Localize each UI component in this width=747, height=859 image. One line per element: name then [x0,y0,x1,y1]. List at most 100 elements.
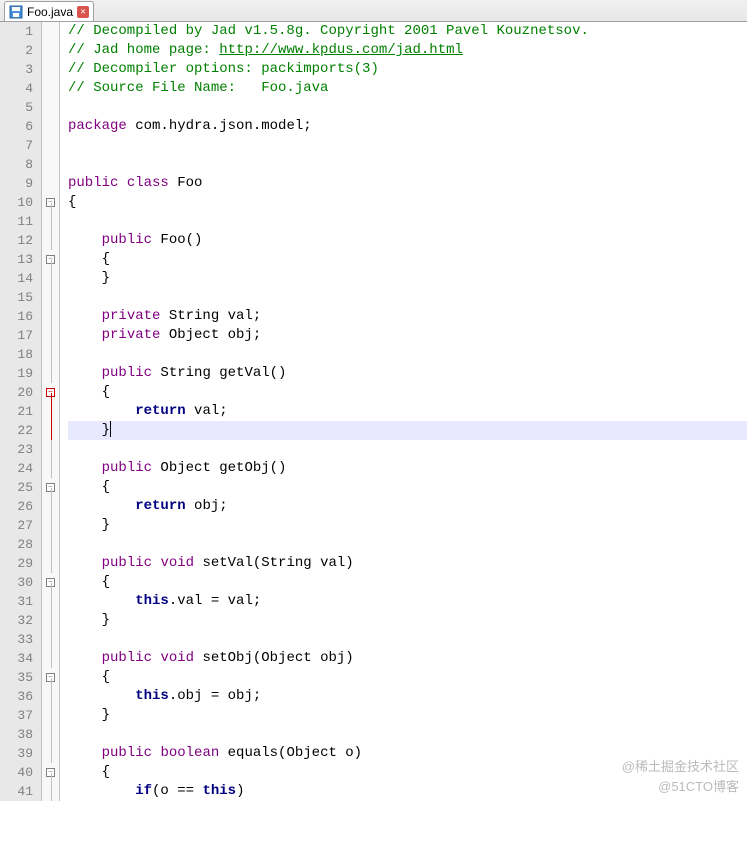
code-line[interactable]: // Source File Name: Foo.java [68,79,747,98]
code-token: { [68,194,76,210]
code-token: val; [186,403,228,419]
line-number: 9 [4,174,33,193]
code-line[interactable] [68,345,747,364]
code-line[interactable]: return obj; [68,497,747,516]
code-line[interactable] [68,725,747,744]
code-line[interactable]: if(o == this) [68,782,747,801]
line-number: 3 [4,60,33,79]
fold-marker [42,554,59,573]
code-token: class [127,175,169,191]
code-line[interactable]: this.val = val; [68,592,747,611]
fold-marker [42,706,59,725]
save-icon [9,5,23,19]
code-line[interactable]: { [68,478,747,497]
line-number: 34 [4,649,33,668]
fold-marker [42,326,59,345]
line-number: 1 [4,22,33,41]
line-number: 12 [4,231,33,250]
line-number: 39 [4,744,33,763]
code-token: this [135,688,169,704]
fold-marker [42,649,59,668]
code-line[interactable]: { [68,668,747,687]
code-line[interactable] [68,440,747,459]
code-line[interactable]: { [68,763,747,782]
fold-marker [42,440,59,459]
fold-marker [42,288,59,307]
fold-marker: − [42,763,59,782]
code-token [68,327,102,343]
code-token: equals(Object o) [219,745,362,761]
code-line[interactable]: public boolean equals(Object o) [68,744,747,763]
code-token: private [102,308,161,324]
code-line[interactable] [68,288,747,307]
code-token: setVal(String val) [194,555,354,571]
code-line[interactable]: public String getVal() [68,364,747,383]
code-token [68,232,102,248]
code-token [68,745,102,761]
code-line[interactable]: package com.hydra.json.model; [68,117,747,136]
text-cursor [110,421,111,437]
code-token: public [68,175,118,191]
code-line[interactable]: } [68,421,747,440]
code-line[interactable]: } [68,269,747,288]
code-token: public [102,365,152,381]
fold-marker [42,117,59,136]
code-line[interactable] [68,630,747,649]
code-line[interactable] [68,212,747,231]
code-line[interactable] [68,535,747,554]
code-token: public [102,555,152,571]
code-line[interactable]: public Object getObj() [68,459,747,478]
line-number: 11 [4,212,33,231]
line-number: 22 [4,421,33,440]
code-token: { [68,669,110,685]
line-number: 15 [4,288,33,307]
code-token [68,593,135,609]
code-line[interactable]: public void setObj(Object obj) [68,649,747,668]
code-token: // Jad home page: [68,42,219,58]
code-line[interactable]: } [68,611,747,630]
code-line[interactable]: // Jad home page: http://www.kpdus.com/j… [68,41,747,60]
code-line[interactable]: return val; [68,402,747,421]
code-line[interactable]: { [68,193,747,212]
fold-marker: − [42,478,59,497]
code-token: // Decompiler options: packimports(3) [68,61,387,77]
code-area[interactable]: @稀土掘金技术社区 @51CTO博客 // Decompiled by Jad … [60,22,747,801]
code-line[interactable] [68,98,747,117]
code-line[interactable]: { [68,573,747,592]
line-number: 23 [4,440,33,459]
code-token: { [68,479,110,495]
line-number: 40 [4,763,33,782]
code-line[interactable]: // Decompiler options: packimports(3) [68,60,747,79]
code-line[interactable]: private Object obj; [68,326,747,345]
code-token: if [135,783,152,799]
code-token [68,783,135,799]
code-line[interactable]: this.obj = obj; [68,687,747,706]
code-token: void [160,555,194,571]
code-token: Object obj; [160,327,261,343]
fold-marker [42,136,59,155]
fold-marker [42,79,59,98]
code-token [68,460,102,476]
fold-marker [42,345,59,364]
code-line[interactable] [68,155,747,174]
code-line[interactable]: } [68,516,747,535]
fold-marker [42,497,59,516]
code-line[interactable]: public class Foo [68,174,747,193]
code-line[interactable] [68,136,747,155]
fold-marker [42,744,59,763]
code-line[interactable]: { [68,250,747,269]
code-token: com.hydra.json.model; [127,118,312,134]
code-line[interactable]: public void setVal(String val) [68,554,747,573]
line-number: 20 [4,383,33,402]
code-line[interactable]: } [68,706,747,725]
close-tab-icon[interactable]: ✕ [77,6,89,18]
code-line[interactable]: public Foo() [68,231,747,250]
fold-marker [42,174,59,193]
line-number: 16 [4,307,33,326]
code-line[interactable]: private String val; [68,307,747,326]
fold-marker: − [42,250,59,269]
code-token: setObj(Object obj) [194,650,354,666]
code-line[interactable]: { [68,383,747,402]
file-tab[interactable]: Foo.java ✕ [4,1,94,21]
code-line[interactable]: // Decompiled by Jad v1.5.8g. Copyright … [68,22,747,41]
